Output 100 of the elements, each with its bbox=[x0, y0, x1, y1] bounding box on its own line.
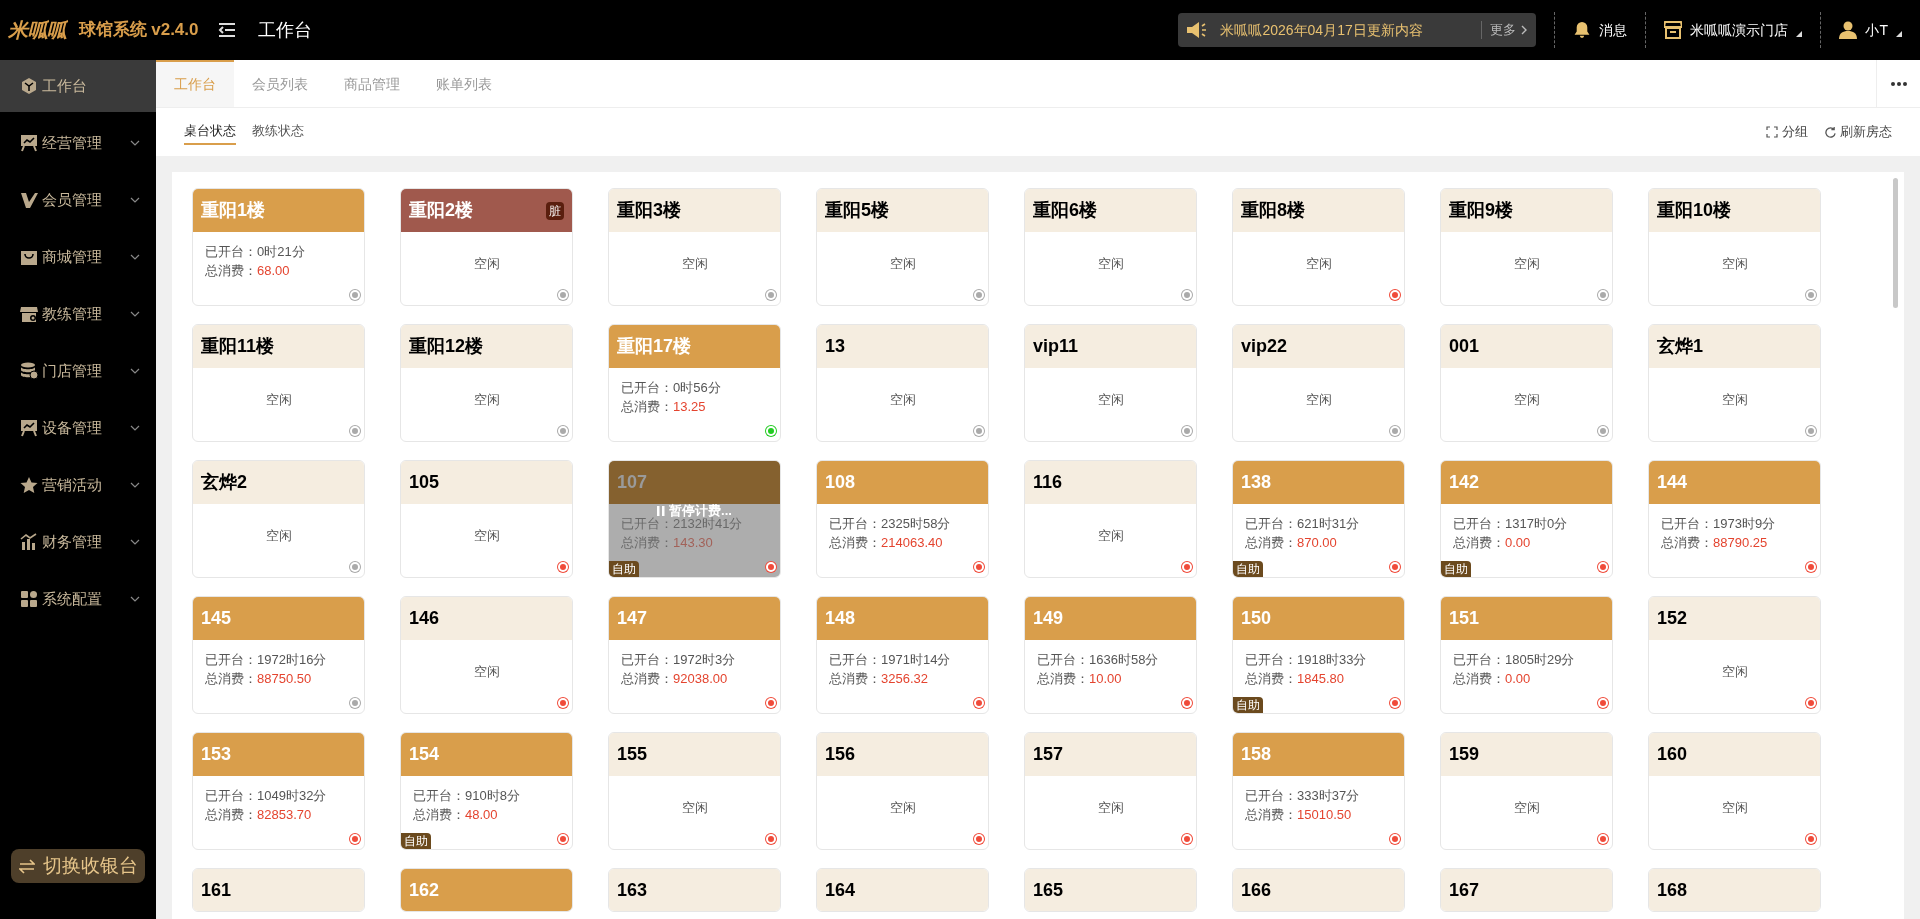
table-card[interactable]: vip11 空闲 bbox=[1024, 324, 1197, 442]
table-card[interactable]: 重阳12楼 空闲 bbox=[400, 324, 573, 442]
table-card[interactable]: 玄烨1 空闲 bbox=[1648, 324, 1821, 442]
table-card[interactable]: 重阳11楼 空闲 bbox=[192, 324, 365, 442]
table-name: 155 bbox=[617, 743, 648, 766]
table-card[interactable]: 107 已开台：2132时41分 总消费：143.30 自助 暂停计费... bbox=[608, 460, 781, 578]
table-card[interactable]: 164 bbox=[816, 868, 989, 912]
table-name: 116 bbox=[1033, 471, 1063, 494]
open-duration: 已开台：2132时41分 bbox=[621, 516, 744, 533]
total-spent: 总消费：88750.50 bbox=[205, 670, 313, 688]
total-spent: 总消费：1845.80 bbox=[1245, 670, 1345, 688]
table-card[interactable]: 重阳10楼 空闲 bbox=[1648, 188, 1821, 306]
store-selector[interactable]: 米呱呱演示门店 bbox=[1664, 19, 1803, 41]
table-card[interactable]: 重阳2楼 脏 空闲 bbox=[400, 188, 573, 306]
open-duration: 已开台：621时31分 bbox=[1245, 515, 1361, 533]
switch-cashier-button[interactable]: 切换收银台 bbox=[11, 849, 145, 883]
table-name: 108 bbox=[825, 471, 856, 494]
open-duration: 已开台：1972时3分 bbox=[621, 651, 737, 669]
status-text: 空闲 bbox=[264, 391, 293, 409]
user-menu[interactable]: 小T bbox=[1839, 19, 1902, 41]
table-name: 重阳8楼 bbox=[1241, 199, 1305, 222]
table-card[interactable]: 159 空闲 bbox=[1440, 732, 1613, 850]
table-card[interactable]: 151 已开台：1805时29分 总消费：0.00 bbox=[1440, 596, 1613, 714]
table-card[interactable]: 156 空闲 bbox=[816, 732, 989, 850]
open-duration: 已开台：1973时9分 bbox=[1661, 515, 1777, 533]
table-card[interactable]: 168 bbox=[1648, 868, 1821, 912]
menu-fold-icon[interactable] bbox=[218, 22, 236, 38]
status-text: 空闲 bbox=[1720, 255, 1749, 273]
open-duration: 已开台：1918时33分 bbox=[1245, 651, 1368, 669]
table-name: 158 bbox=[1241, 743, 1272, 766]
table-card[interactable]: 147 已开台：1972时3分 总消费：92038.00 bbox=[608, 596, 781, 714]
table-card[interactable]: 166 bbox=[1232, 868, 1405, 912]
table-card[interactable]: 116 空闲 bbox=[1024, 460, 1197, 578]
total-spent: 总消费：68.00 bbox=[205, 262, 291, 280]
table-name: 001 bbox=[1449, 335, 1480, 358]
self-service-tag: 自助 bbox=[609, 561, 639, 577]
table-name: 159 bbox=[1449, 743, 1480, 766]
sidebar-item[interactable]: 工作台 bbox=[0, 60, 156, 112]
table-card[interactable]: 144 已开台：1973时9分 总消费：88790.25 bbox=[1648, 460, 1821, 578]
table-name: 重阳11楼 bbox=[201, 335, 275, 358]
table-name: 168 bbox=[1657, 879, 1688, 902]
table-card[interactable]: 150 已开台：1918时33分 总消费：1845.80 自助 bbox=[1232, 596, 1405, 714]
table-name: 107 bbox=[617, 471, 648, 494]
table-card[interactable]: 165 bbox=[1024, 868, 1197, 912]
table-card[interactable]: 重阳17楼 已开台：0时56分 总消费：13.25 bbox=[608, 324, 781, 442]
notice-text[interactable]: 米呱呱2026年04月17日更新内容 bbox=[1220, 19, 1423, 41]
table-card[interactable]: 重阳9楼 空闲 bbox=[1440, 188, 1613, 306]
table-name: 147 bbox=[617, 607, 648, 630]
table-card[interactable]: 167 bbox=[1440, 868, 1613, 912]
table-card[interactable]: 重阳3楼 空闲 bbox=[608, 188, 781, 306]
table-card[interactable]: 138 已开台：621时31分 总消费：870.00 自助 bbox=[1232, 460, 1405, 578]
status-text: 空闲 bbox=[1512, 391, 1541, 409]
table-card[interactable]: 158 已开台：333时37分 总消费：15010.50 bbox=[1232, 732, 1405, 850]
table-card[interactable]: 155 空闲 bbox=[608, 732, 781, 850]
group-button[interactable]: 分组 bbox=[1766, 122, 1808, 142]
table-card[interactable]: 重阳5楼 空闲 bbox=[816, 188, 989, 306]
subtab[interactable]: 桌台状态 bbox=[184, 119, 236, 145]
table-card[interactable]: 160 空闲 bbox=[1648, 732, 1821, 850]
table-card[interactable]: 重阳6楼 空闲 bbox=[1024, 188, 1197, 306]
subtab[interactable]: 教练状态 bbox=[252, 119, 304, 145]
table-card[interactable]: 149 已开台：1636时58分 总消费：10.00 bbox=[1024, 596, 1197, 714]
table-card[interactable]: 154 已开台：910时8分 总消费：48.00 自助 bbox=[400, 732, 573, 850]
presentation-board-icon bbox=[20, 134, 38, 152]
table-card[interactable]: 157 空闲 bbox=[1024, 732, 1197, 850]
status-text: 空闲 bbox=[472, 391, 501, 409]
table-card[interactable]: 146 空闲 bbox=[400, 596, 573, 714]
open-duration: 已开台：1971时14分 bbox=[829, 651, 952, 669]
store-icon bbox=[1664, 21, 1683, 39]
table-card[interactable]: 142 已开台：1317时0分 总消费：0.00 自助 bbox=[1440, 460, 1613, 578]
table-card[interactable]: 161 bbox=[192, 868, 365, 912]
refresh-button[interactable]: 刷新房态 bbox=[1824, 122, 1892, 142]
table-card[interactable]: 玄烨2 空闲 bbox=[192, 460, 365, 578]
status-text: 空闲 bbox=[1096, 527, 1125, 545]
table-card[interactable]: 13 空闲 bbox=[816, 324, 989, 442]
table-card[interactable]: 105 空闲 bbox=[400, 460, 573, 578]
more-link[interactable]: 更多 bbox=[1490, 20, 1529, 40]
swap-icon bbox=[18, 858, 35, 874]
scrollbar[interactable] bbox=[1893, 178, 1898, 308]
table-name: 重阳1楼 bbox=[201, 199, 265, 222]
cube-icon bbox=[20, 77, 38, 95]
table-card[interactable]: 108 已开台：2325时58分 总消费：214063.40 bbox=[816, 460, 989, 578]
table-card[interactable]: 重阳1楼 已开台：0时21分 总消费：68.00 bbox=[192, 188, 365, 306]
table-card[interactable]: 148 已开台：1971时14分 总消费：3256.32 bbox=[816, 596, 989, 714]
more-icon bbox=[1890, 81, 1907, 86]
table-card[interactable]: 重阳8楼 空闲 bbox=[1232, 188, 1405, 306]
table-card[interactable]: 152 空闲 bbox=[1648, 596, 1821, 714]
table-name: 152 bbox=[1657, 607, 1688, 630]
status-text: 空闲 bbox=[888, 799, 917, 817]
logo: 米呱呱 bbox=[8, 18, 67, 43]
table-name: 146 bbox=[409, 607, 440, 630]
messages-button[interactable]: 消息 bbox=[1573, 19, 1628, 41]
table-card[interactable]: 163 bbox=[608, 868, 781, 912]
table-card[interactable]: 145 已开台：1972时16分 总消费：88750.50 bbox=[192, 596, 365, 714]
table-card[interactable]: 153 已开台：1049时32分 总消费：82853.70 bbox=[192, 732, 365, 850]
table-name: 105 bbox=[409, 471, 440, 494]
table-card[interactable]: vip22 空闲 bbox=[1232, 324, 1405, 442]
status-text: 空闲 bbox=[888, 255, 917, 273]
status-text: 空闲 bbox=[1512, 799, 1541, 817]
bell-icon bbox=[1573, 21, 1592, 39]
table-card[interactable]: 001 空闲 bbox=[1440, 324, 1613, 442]
